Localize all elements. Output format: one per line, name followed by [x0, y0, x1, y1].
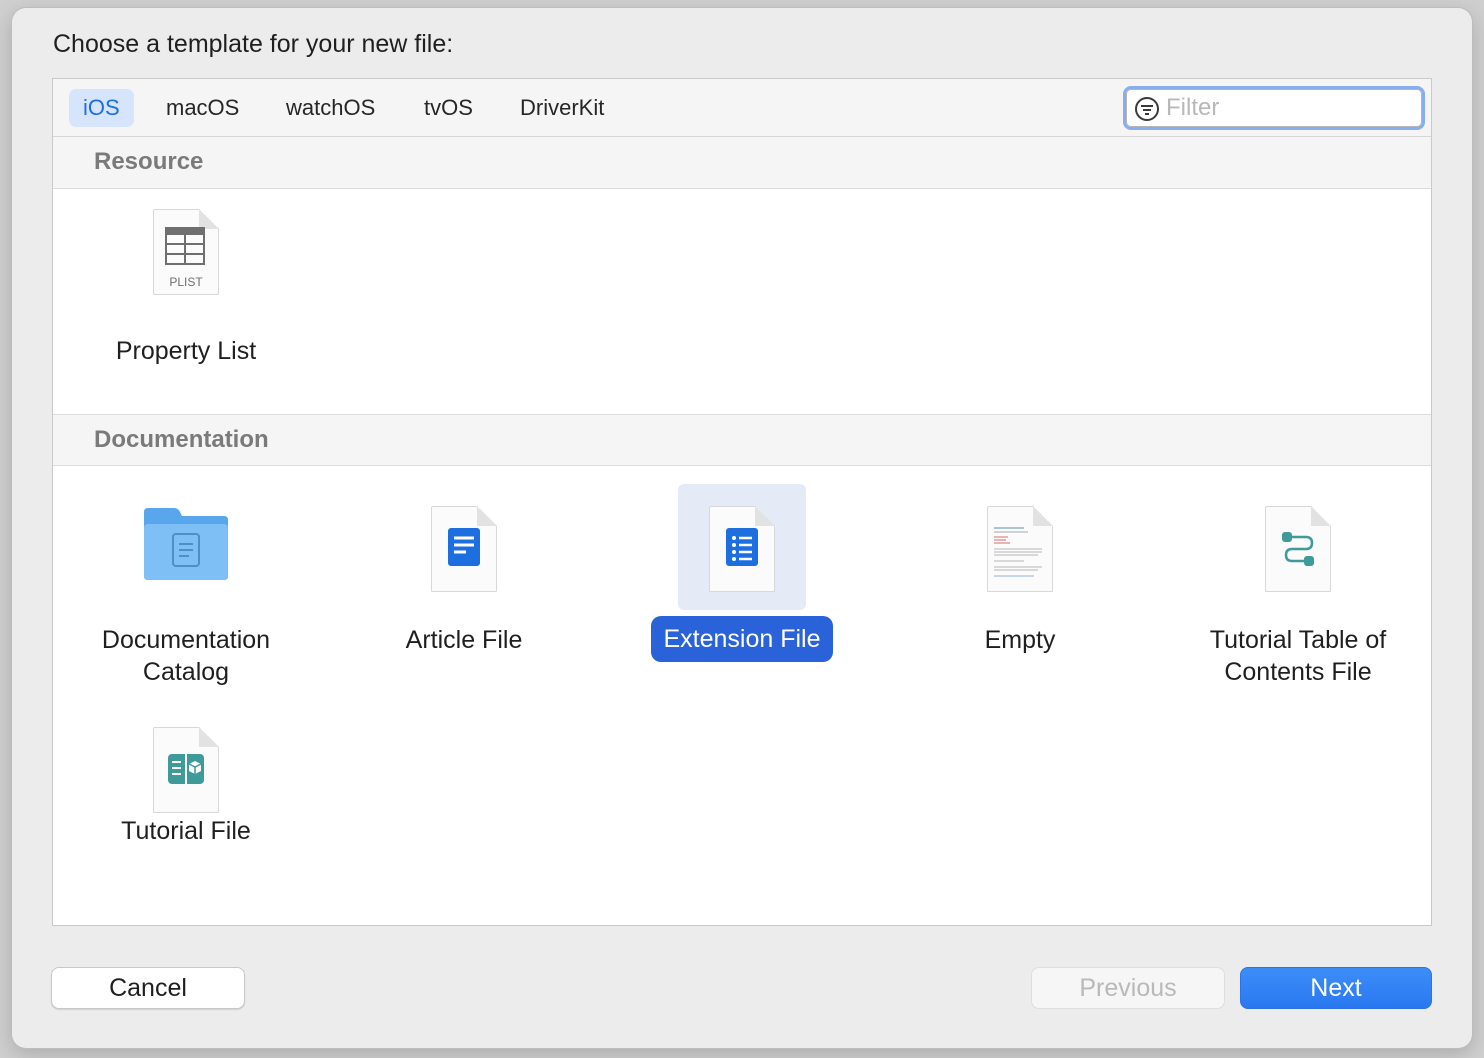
- next-button[interactable]: Next: [1240, 967, 1432, 1009]
- tab-ios[interactable]: iOS: [69, 89, 134, 127]
- cancel-button[interactable]: Cancel: [51, 967, 245, 1009]
- platform-tab-bar: iOS macOS watchOS tvOS DriverKit: [53, 79, 1431, 137]
- table-grid-icon: [165, 227, 205, 265]
- tab-macos[interactable]: macOS: [152, 89, 253, 127]
- section-title: Documentation: [94, 426, 269, 453]
- template-label: Property List: [115, 337, 257, 365]
- plist-icon-text: PLIST: [169, 275, 203, 289]
- list-glyph-icon: [726, 528, 758, 566]
- template-label: Documentation Catalog: [101, 626, 271, 686]
- filter-field[interactable]: [1123, 86, 1425, 130]
- new-file-dialog: Choose a template for your new file: iOS…: [12, 8, 1472, 1048]
- section-header-resource: Resource: [53, 137, 1431, 189]
- template-label: Article File: [405, 626, 523, 654]
- folder-icon: [144, 508, 228, 580]
- tutorial-glyph-icon: [168, 754, 204, 784]
- template-label: Tutorial Table of Contents File: [1209, 626, 1387, 686]
- tab-watchos[interactable]: watchOS: [272, 89, 389, 127]
- template-panel: iOS macOS watchOS tvOS DriverKit Resourc…: [52, 78, 1432, 926]
- section-header-documentation: Documentation: [53, 414, 1431, 466]
- text-lines-icon: [994, 527, 1042, 577]
- tab-tvos[interactable]: tvOS: [410, 89, 487, 127]
- article-glyph-icon: [448, 528, 480, 566]
- previous-button[interactable]: Previous: [1031, 967, 1225, 1009]
- tutorial-path-icon: [1282, 532, 1314, 566]
- template-label: Tutorial File: [121, 817, 251, 845]
- dialog-title: Choose a template for your new file:: [53, 30, 454, 58]
- filter-icon: [1135, 97, 1159, 121]
- filter-input[interactable]: [1166, 93, 1416, 123]
- template-label: Extension File: [642, 616, 842, 662]
- template-label: Empty: [984, 626, 1056, 654]
- section-title: Resource: [94, 148, 204, 175]
- tab-driverkit[interactable]: DriverKit: [506, 89, 618, 127]
